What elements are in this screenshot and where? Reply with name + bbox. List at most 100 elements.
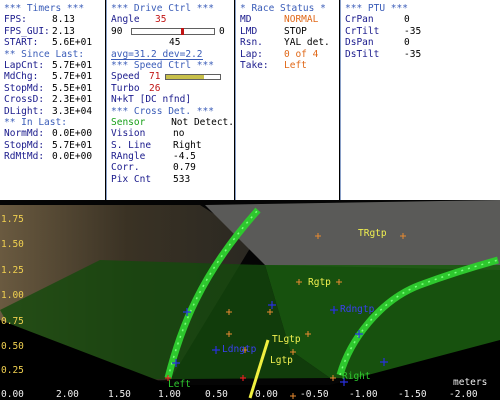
x-tick-label: 1.50 <box>108 389 131 400</box>
corr-value: 0.79 <box>173 162 196 174</box>
take-row: Take: Left <box>240 60 339 71</box>
x-tick-label: 2.00 <box>56 389 79 400</box>
x-tick-label: 0.50 <box>205 389 228 400</box>
lapcnt-value: 5.7E+01 <box>52 59 93 71</box>
vision-value: no <box>173 128 185 140</box>
fps-gui-row: FPS_GUI: 2.13 <box>4 26 105 37</box>
crtilt-value: -35 <box>404 25 422 37</box>
turbo-label: Turbo <box>111 82 140 94</box>
turbo-row: Turbo 26 <box>111 83 234 94</box>
angle-label: Angle <box>111 14 140 26</box>
sensor-label: Sensor <box>111 116 146 128</box>
speed-bar <box>165 74 221 81</box>
angle-slider[interactable] <box>131 27 215 35</box>
crpan-value: 0 <box>404 14 410 26</box>
fps-gui-value: 2.13 <box>52 25 75 37</box>
rdngtp-label: Rdngtp <box>340 304 375 315</box>
take-label: Take: <box>240 59 269 71</box>
stopmd-value: 5.5E+01 <box>52 82 93 94</box>
timers-panel: *** Timers *** FPS: 8.13 FPS_GUI: 2.13 STA… <box>0 0 105 200</box>
trgtp-label: TRgtp <box>358 228 387 239</box>
pixcnt-value: 533 <box>173 173 191 185</box>
mdchg-label: MdChg: <box>4 71 39 83</box>
rdmtmd-row: RdMtMd: 0.0E+00 <box>4 151 105 162</box>
dstilt-row: DsTilt -35 <box>345 49 500 60</box>
lmd-label: LMD <box>240 25 258 37</box>
x-tick-label: -1.00 <box>349 389 378 400</box>
y-tick-label: 1.00 <box>1 290 24 301</box>
normmd-row: NormMd: 0.0E+00 <box>4 128 105 139</box>
vision-label: Vision <box>111 128 146 140</box>
right-line-label: Right <box>342 371 371 382</box>
fps-label: FPS: <box>4 14 27 26</box>
sensor-value: Not Detect. <box>171 116 234 128</box>
drive-header: *** Drive Ctrl *** <box>111 3 214 14</box>
rdmtmd-value: 0.0E+00 <box>52 151 93 163</box>
drive-panel: *** Drive Ctrl *** Angle 35 90 0 45 avg=3… <box>107 0 234 200</box>
turbo-value: 26 <box>149 82 161 94</box>
dlight-row: DLight: 3.3E+04 <box>4 106 105 117</box>
lap-row: Lap: 0 of 4 <box>240 49 339 60</box>
rgtp-label: Rgtp <box>308 277 331 288</box>
x-tick-label: -1.50 <box>398 389 427 400</box>
stopmd2-value: 5.7E+01 <box>52 139 93 151</box>
speed-label: Speed <box>111 71 140 83</box>
fps-value: 8.13 <box>52 14 75 26</box>
lgtp-label: Lgtp <box>270 355 293 366</box>
track-overlay <box>0 200 500 400</box>
x-tick-label: 1.00 <box>158 389 181 400</box>
rsn-row: Rsn. YAL det. <box>240 37 339 48</box>
rdmtmd-label: RdMtMd: <box>4 151 45 163</box>
ldngtp-label: Ldngtp <box>222 344 257 355</box>
dlight-value: 3.3E+04 <box>52 105 93 117</box>
dstilt-label: DsTilt <box>345 48 380 60</box>
avg-dev-text: avg=31.2 dev=2.2 <box>111 48 203 60</box>
x-tick-label: 0.00 <box>1 389 24 400</box>
rangle-value: -4.5 <box>173 151 196 163</box>
x-tick-label: -0.50 <box>300 389 329 400</box>
lap-label: Lap: <box>240 48 263 60</box>
slider-thumb[interactable] <box>180 27 184 35</box>
stopmd2-label: StopMd: <box>4 139 45 151</box>
lmd-value: STOP <box>284 25 307 37</box>
y-tick-label: 1.75 <box>1 214 24 225</box>
crossd-value: 2.3E+01 <box>52 94 93 106</box>
timers-header: *** Timers *** <box>4 3 85 14</box>
y-tick-label: 0.50 <box>1 341 24 352</box>
dspan-label: DsPan <box>345 37 374 49</box>
y-tick-label: 0.25 <box>1 365 24 376</box>
avg-row: avg=31.2 dev=2.2 <box>111 49 234 60</box>
sline-label: S. Line <box>111 139 152 151</box>
tlgtp-label: TLgtp <box>272 334 301 345</box>
sline-value: Right <box>173 139 202 151</box>
crtilt-label: CrTilt <box>345 25 380 37</box>
lapcnt-row: LapCnt: 5.7E+01 <box>4 60 105 71</box>
speed-value: 71 <box>149 71 161 83</box>
y-tick-label: 0.75 <box>1 316 24 327</box>
sline-row: S. Line Right <box>111 140 234 151</box>
speed-header: *** Speed Ctrl *** <box>111 59 214 71</box>
take-value: Left <box>284 59 307 71</box>
dspan-row: DsPan 0 <box>345 37 500 48</box>
angle-value: 35 <box>155 14 167 26</box>
nkt-row: N+kT [DC nfnd] <box>111 94 234 105</box>
y-tick-label: 1.50 <box>1 239 24 250</box>
rsn-value: YAL det. <box>284 37 330 49</box>
dstilt-value: -35 <box>404 48 422 60</box>
crossd-label: CrossD: <box>4 94 45 106</box>
normmd-value: 0.0E+00 <box>52 128 93 140</box>
lap-value: 0 of 4 <box>284 48 319 60</box>
stopmd2-row: StopMd: 5.7E+01 <box>4 140 105 151</box>
slider-max: 0 <box>219 25 225 37</box>
stopmd-row: StopMd: 5.5E+01 <box>4 83 105 94</box>
md-value: NORMAL <box>284 14 319 26</box>
normmd-label: NormMd: <box>4 128 45 140</box>
corr-row: Corr. 0.79 <box>111 162 234 173</box>
in-last-header: ** In Last: <box>4 116 67 128</box>
sensor-row: Sensor Not Detect. <box>111 117 234 128</box>
lapcnt-label: LapCnt: <box>4 59 45 71</box>
rangle-row: RAngle -4.5 <box>111 151 234 162</box>
crpan-row: CrPan 0 <box>345 14 500 25</box>
slider-min: 90 <box>111 25 123 37</box>
crpan-label: CrPan <box>345 14 374 26</box>
